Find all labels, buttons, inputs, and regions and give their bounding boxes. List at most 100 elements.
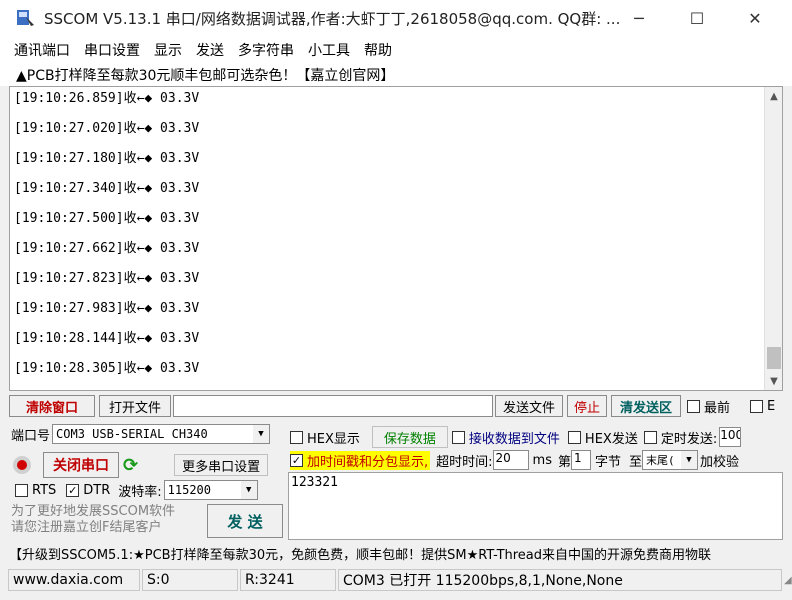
hex-send-checkbox[interactable]: HEX发送 — [567, 428, 638, 447]
timestamp-checkbox[interactable]: ✓ 加时间戳和分包显示, — [290, 450, 431, 470]
to-label: 至 — [629, 454, 643, 470]
window-title: SSCOM V5.13.1 串口/网络数据调试器,作者:大虾丁丁,2618058… — [44, 9, 621, 28]
menu-bar: 通讯端口 串口设置 显示 发送 多字符串 小工具 帮助 — [0, 36, 792, 64]
menu-help[interactable]: 帮助 — [364, 40, 392, 60]
chevron-down-icon: ▼ — [240, 481, 257, 499]
hex-send-label: HEX发送 — [584, 431, 638, 447]
rts-label: RTS — [32, 482, 57, 498]
port-value: COM3 USB-SERIAL CH340 — [56, 427, 208, 441]
app-icon — [16, 8, 36, 28]
receive-line: [19:10:27.180]收←◆ 03.3V — [14, 151, 200, 166]
menu-port[interactable]: 通讯端口 — [14, 40, 70, 60]
status-received-count: R:3241 — [240, 569, 336, 591]
receive-line: [19:10:27.662]收←◆ 03.3V — [14, 241, 200, 256]
port-label: 端口号 — [11, 428, 51, 444]
timeout-unit: ms — [532, 452, 552, 468]
baud-select[interactable]: 115200 ▼ — [163, 480, 258, 500]
send-file-button[interactable]: 发送文件 — [495, 395, 563, 417]
baud-label: 波特率: — [118, 484, 162, 500]
checkbox-icon — [451, 430, 465, 444]
refresh-icon[interactable]: ⟳ — [123, 455, 138, 476]
menu-serial-settings[interactable]: 串口设置 — [84, 40, 140, 60]
end-select[interactable]: 末尾( ▼ — [642, 450, 699, 470]
receive-lines: [19:10:26.859]收←◆ 03.3V [19:10:27.020]收←… — [14, 89, 199, 389]
send-button[interactable]: 发 送 — [207, 504, 283, 538]
close-button[interactable]: ✕ — [726, 0, 784, 36]
open-file-button[interactable]: 打开文件 — [99, 395, 171, 417]
receive-area[interactable]: [19:10:26.859]收←◆ 03.3V [19:10:27.020]收←… — [9, 86, 783, 391]
receive-line: [19:10:27.340]收←◆ 03.3V — [14, 181, 200, 196]
receive-line: [19:10:26.859]收←◆ 03.3V — [14, 91, 200, 106]
english-checkbox[interactable]: E — [750, 399, 775, 414]
clear-send-button[interactable]: 清发送区 — [611, 395, 681, 417]
recv-to-file-checkbox[interactable]: 接收数据到文件 — [451, 428, 560, 447]
save-data-button[interactable]: 保存数据 — [371, 426, 448, 448]
receive-line: [19:10:28.305]收←◆ 03.3V — [14, 361, 200, 376]
status-website[interactable]: www.daxia.com — [8, 569, 140, 591]
receive-line: [19:10:27.823]收←◆ 03.3V — [14, 271, 200, 286]
hex-display-checkbox[interactable]: HEX显示 — [290, 428, 360, 447]
recv-to-file-label: 接收数据到文件 — [468, 431, 560, 447]
menu-tools[interactable]: 小工具 — [308, 40, 350, 60]
topmost-label: 最前 — [704, 400, 731, 416]
menu-multi-string[interactable]: 多字符串 — [238, 40, 294, 60]
checkbox-icon — [567, 430, 581, 444]
resize-grip-icon[interactable]: ◢ — [784, 575, 792, 586]
minimize-button[interactable]: ─ — [610, 0, 668, 36]
checkbox-icon — [750, 399, 764, 413]
port-status-icon — [13, 456, 31, 474]
topmost-checkbox[interactable]: 最前 — [687, 397, 730, 416]
maximize-button[interactable]: ☐ — [668, 0, 726, 36]
byte-label: 字节 — [594, 454, 621, 470]
end-value: 末尾( — [646, 454, 675, 467]
stop-button[interactable]: 停止 — [567, 395, 607, 417]
promo-line-1: 为了更好地发展SSCOM软件 — [11, 504, 176, 519]
dtr-checkbox[interactable]: ✓ DTR — [66, 483, 110, 498]
scroll-up-icon[interactable]: ▲ — [765, 87, 783, 105]
scroll-down-icon[interactable]: ▼ — [765, 372, 783, 390]
checkbox-checked-icon: ✓ — [290, 453, 303, 467]
checkbox-icon — [643, 430, 657, 444]
hex-display-label: HEX显示 — [307, 431, 360, 447]
timeout-label: 超时时间: — [436, 454, 493, 470]
port-select[interactable]: COM3 USB-SERIAL CH340 ▼ — [52, 424, 271, 444]
menu-send[interactable]: 发送 — [196, 40, 224, 60]
receive-line: [19:10:27.500]收←◆ 03.3V — [14, 211, 200, 226]
status-sent-count: S:0 — [142, 569, 238, 591]
send-textarea[interactable]: 123321 — [288, 472, 783, 540]
scroll-thumb[interactable] — [767, 347, 781, 369]
rts-checkbox[interactable]: RTS — [15, 483, 56, 498]
status-port-info: COM3 已打开 115200bps,8,1,None,None — [338, 569, 782, 591]
receive-line: [19:10:28.144]收←◆ 03.3V — [14, 331, 200, 346]
vertical-scrollbar[interactable]: ▲ ▼ — [764, 87, 782, 390]
checkbox-icon — [290, 430, 303, 444]
promo-banner[interactable]: 【升级到SSCOM5.1:★PCB打样降至每款30元，免颜色费，顺丰包邮！提供S… — [9, 542, 792, 564]
checksum-label[interactable]: 加校验 — [700, 451, 739, 470]
clear-window-button[interactable]: 清除窗口 — [9, 395, 95, 417]
timeout-input[interactable]: 20 — [492, 450, 529, 470]
nth-label: 第 — [557, 454, 571, 470]
checkbox-icon — [687, 399, 700, 413]
chevron-down-icon: ▼ — [253, 425, 270, 443]
baud-value: 115200 — [167, 483, 212, 497]
toolbar: 清除窗口 打开文件 发送文件 停止 清发送区 最前 E — [9, 394, 792, 418]
status-bar: www.daxia.com S:0 R:3241 COM3 已打开 115200… — [0, 568, 792, 592]
file-path-input[interactable] — [173, 395, 493, 417]
timed-send-label: 定时发送: — [660, 431, 718, 447]
promo-line-2: 请您注册嘉立创F结尾客户 — [11, 520, 162, 535]
timed-send-checkbox[interactable]: 定时发送: — [643, 428, 718, 447]
ad-link[interactable]: ▲PCB打样降至每款30元顺丰包邮可选杂色！【嘉立创官网】 — [0, 64, 792, 86]
chevron-down-icon: ▼ — [681, 451, 698, 469]
english-label: E — [767, 398, 776, 414]
more-settings-button[interactable]: 更多串口设置 — [174, 454, 269, 476]
dtr-label: DTR — [83, 482, 111, 498]
checkbox-checked-icon: ✓ — [66, 483, 80, 497]
nth-input[interactable]: 1 — [570, 450, 591, 470]
checkbox-icon — [15, 483, 28, 497]
close-port-button[interactable]: 关闭串口 — [43, 452, 119, 478]
menu-display[interactable]: 显示 — [154, 40, 182, 60]
port-panel: 端口号 COM3 USB-SERIAL CH340 ▼ 关闭串口 ⟳ 更多串口设… — [9, 422, 285, 542]
receive-line: [19:10:27.020]收←◆ 03.3V — [14, 121, 200, 136]
title-bar: SSCOM V5.13.1 串口/网络数据调试器,作者:大虾丁丁,2618058… — [0, 0, 792, 36]
timed-send-input[interactable]: 100 — [719, 427, 742, 447]
